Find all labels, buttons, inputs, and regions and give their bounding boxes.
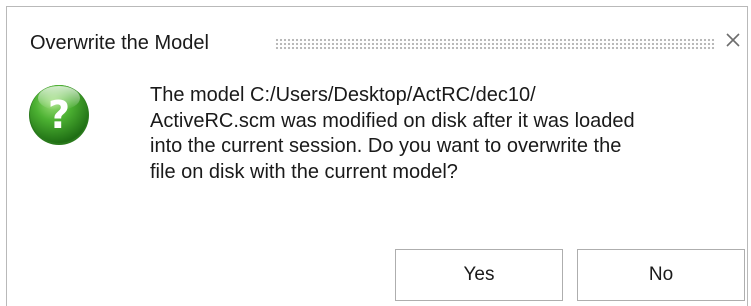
dialog-titlebar[interactable]: Overwrite the Model <box>7 7 747 67</box>
yes-button[interactable]: Yes <box>395 249 563 301</box>
dialog-title: Overwrite the Model <box>30 32 209 54</box>
message-line: The model C:/Users/Desktop/ActRC/dec10/ <box>150 84 536 106</box>
message-line: file on disk with the current model? <box>150 160 458 183</box>
dialog-message: The model C:/Users/Desktop/ActRC/dec10/ … <box>150 83 740 185</box>
svg-text:?: ? <box>48 93 70 137</box>
overwrite-model-dialog: Overwrite the Model ? The model C:/Users… <box>6 6 748 306</box>
close-button[interactable] <box>720 27 746 53</box>
close-icon <box>726 33 740 47</box>
message-line: ActiveRC.scm was modified on disk after … <box>150 109 635 132</box>
message-line: into the current session. Do you want to… <box>150 135 622 157</box>
title-drag-grip[interactable] <box>275 38 715 50</box>
question-icon: ? <box>26 81 92 147</box>
no-button[interactable]: No <box>577 249 745 301</box>
